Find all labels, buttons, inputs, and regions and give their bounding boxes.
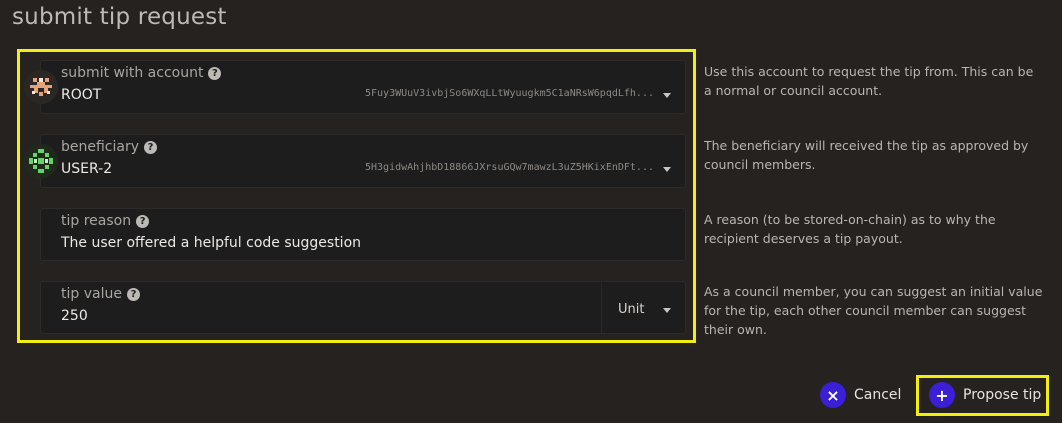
beneficiary-value: USER-2 (61, 161, 113, 177)
account-selector[interactable]: submit with account ? ROOT 5Fuy3WUuV3ivb… (40, 60, 686, 114)
plus-icon: + (929, 382, 955, 408)
help-circle-icon[interactable]: ? (208, 66, 222, 80)
unit-selector[interactable]: Unit (601, 282, 685, 333)
page-title: submit tip request (12, 4, 227, 30)
tip-reason-label-text: tip reason (61, 213, 132, 229)
account-value: ROOT (61, 87, 102, 103)
tip-value-label-text: tip value (61, 286, 122, 302)
account-label-text: submit with account (61, 65, 204, 81)
account-address: 5Fuy3WUuV3ivbjSo6WXqLLtWyuugkm5C1aNRsW6p… (365, 88, 654, 99)
beneficiary-label-text: beneficiary (61, 139, 140, 155)
close-icon: × (820, 382, 846, 408)
help-circle-icon[interactable]: ? (144, 140, 158, 154)
cancel-button[interactable]: × Cancel (820, 378, 901, 412)
help-circle-icon[interactable]: ? (136, 214, 150, 228)
account-identicon (24, 70, 58, 104)
account-field-label: submit with account ? (61, 65, 222, 81)
tip-value-help-text: As a council member, you can suggest an … (704, 284, 1043, 337)
beneficiary-field-label: beneficiary ? (61, 139, 158, 155)
tip-value-field-label: tip value ? (61, 286, 140, 302)
tip-reason-input[interactable]: The user offered a helpful code suggesti… (61, 235, 361, 251)
beneficiary-help-text: The beneficiary will received the tip as… (704, 138, 1029, 172)
cancel-button-label: Cancel (854, 387, 902, 403)
help-circle-icon[interactable]: ? (126, 287, 140, 301)
propose-tip-button[interactable]: + Propose tip (929, 378, 1041, 412)
tip-value-input[interactable]: 250 (61, 308, 88, 324)
beneficiary-selector[interactable]: beneficiary ? USER-2 5H3gidwAhjhbD18866J… (40, 134, 686, 188)
beneficiary-identicon (24, 144, 58, 178)
propose-tip-button-label: Propose tip (963, 387, 1042, 403)
tip-reason-field[interactable]: tip reason ? The user offered a helpful … (40, 208, 686, 261)
unit-label: Unit (618, 302, 645, 317)
chevron-down-icon[interactable] (663, 308, 671, 313)
chevron-down-icon[interactable] (663, 167, 671, 172)
beneficiary-address: 5H3gidwAhjhbD18866JXrsuGQw7mawzL3uZ5HKix… (365, 162, 654, 173)
tip-value-field[interactable]: tip value ? 250 Unit (40, 281, 686, 334)
tip-reason-help-text: A reason (to be stored-on-chain) as to w… (704, 212, 996, 246)
chevron-down-icon[interactable] (663, 93, 671, 98)
tip-reason-field-label: tip reason ? (61, 213, 150, 229)
account-help-text: Use this account to request the tip from… (704, 64, 1034, 98)
